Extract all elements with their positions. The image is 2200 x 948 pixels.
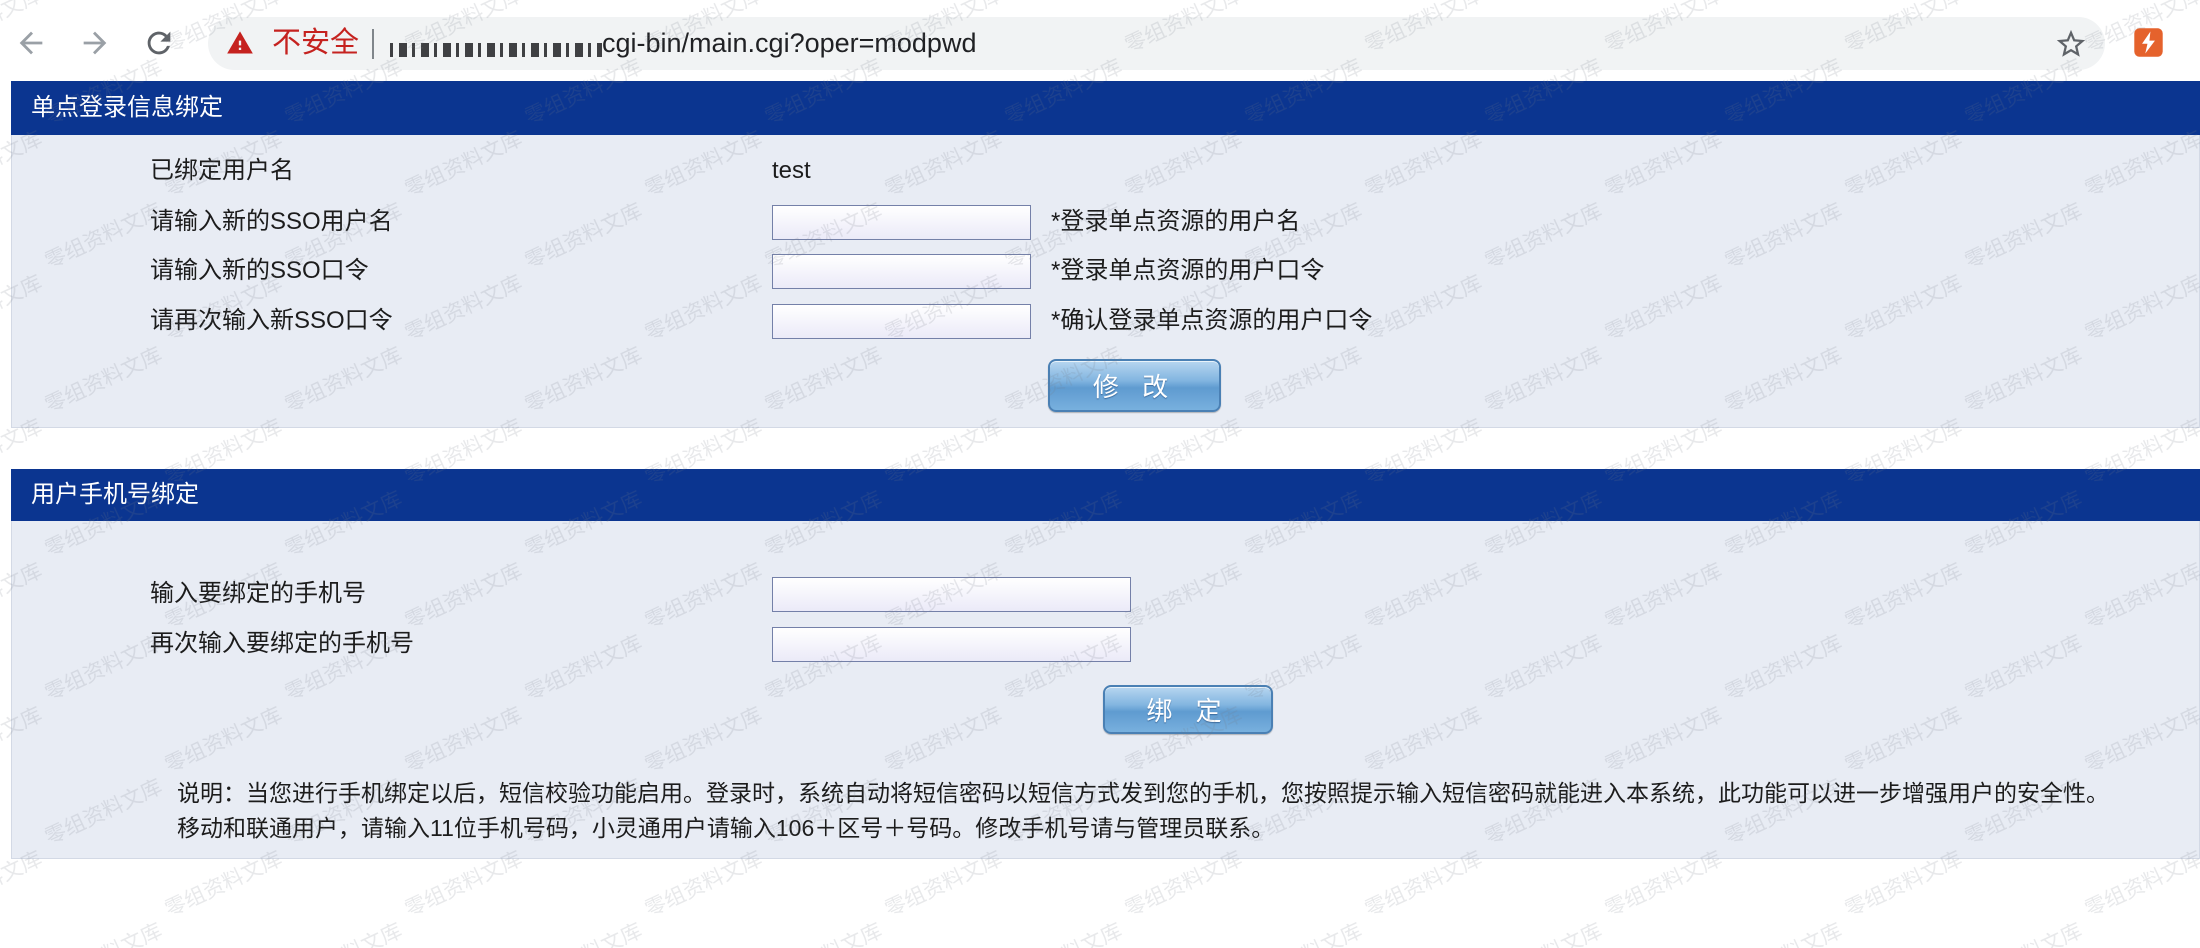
watermark-text: 零组资料文库 [1960, 915, 2087, 948]
url-host-masked [390, 43, 602, 57]
watermark-text: 零组资料文库 [1720, 915, 1847, 948]
phone-confirm-label: 再次输入要绑定的手机号 [150, 630, 414, 657]
arrow-left-icon[interactable] [14, 26, 48, 60]
sso-password-confirm-input[interactable] [772, 304, 1031, 339]
sso-password-confirm-label: 请再次输入新SSO口令 [150, 307, 393, 334]
watermark-text: 零组资料文库 [1000, 915, 1127, 948]
reload-icon[interactable] [142, 26, 176, 60]
watermark-text: 零组资料文库 [520, 915, 647, 948]
extension-icon[interactable] [2133, 27, 2164, 58]
sso-username-hint: *登录单点资源的用户名 [1051, 208, 1301, 235]
sso-username-label: 请输入新的SSO用户名 [150, 208, 393, 235]
description-line: 移动和联通用户，请输入11位手机号码，小灵通用户请输入106＋区号＋号码。修改手… [177, 815, 1275, 841]
warning-icon[interactable] [226, 29, 254, 57]
watermark-text: 零组资料文库 [760, 915, 887, 948]
arrow-right-icon[interactable] [78, 26, 112, 60]
phone-input-label: 输入要绑定的手机号 [150, 580, 366, 607]
watermark-text: 零组资料文库 [280, 915, 407, 948]
watermark-text: 零组资料文库 [1480, 915, 1607, 948]
bound-username-value: test [772, 157, 811, 184]
sso-password-confirm-hint: *确认登录单点资源的用户口令 [1051, 307, 1373, 334]
sso-username-input[interactable] [772, 205, 1031, 240]
sso-password-input[interactable] [772, 254, 1031, 289]
bind-button[interactable]: 绑 定 [1103, 685, 1273, 734]
sso-password-hint: *登录单点资源的用户口令 [1051, 257, 1325, 284]
security-status[interactable]: 不安全 [272, 17, 359, 70]
address-separator [372, 29, 374, 59]
url-text[interactable]: cgi-bin/main.cgi?oper=modpwd [602, 17, 976, 70]
phone-input[interactable] [772, 577, 1131, 612]
star-icon[interactable] [2054, 27, 2088, 61]
section-header-phone: 用户手机号绑定 [11, 469, 2200, 521]
sso-password-label: 请输入新的SSO口令 [150, 257, 369, 284]
description-line: 说明：当您进行手机绑定以后，短信校验功能启用。登录时，系统自动将短信密码以短信方… [177, 780, 2109, 806]
address-bar[interactable]: 不安全 cgi-bin/main.cgi?oper=modpwd [208, 17, 2105, 70]
phone-confirm-input[interactable] [772, 627, 1131, 662]
watermark-text: 零组资料文库 [40, 915, 167, 948]
browser-toolbar: 不安全 cgi-bin/main.cgi?oper=modpwd [0, 0, 2200, 81]
section-header-sso: 单点登录信息绑定 [11, 81, 2200, 135]
watermark-text: 零组资料文库 [1240, 915, 1367, 948]
modify-button[interactable]: 修 改 [1048, 359, 1221, 412]
bound-username-label: 已绑定用户名 [150, 157, 294, 184]
